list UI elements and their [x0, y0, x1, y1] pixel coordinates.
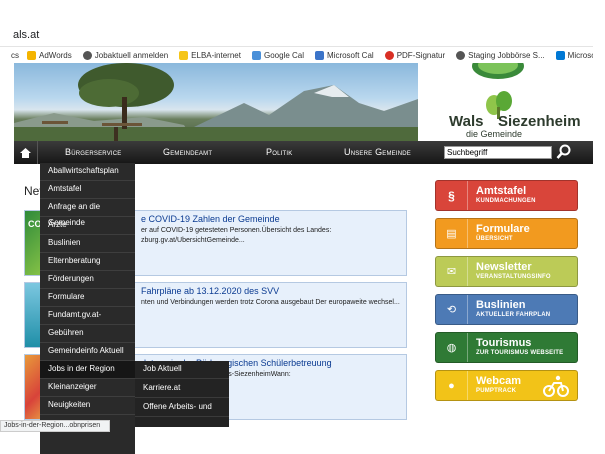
tourismus-button[interactable]: ◍ Tourismus ZUR TOURISMUS WEBSEITE: [435, 332, 578, 363]
bookmark-label: Microsoft Cal: [327, 50, 374, 60]
button-subtitle: ÜBERSICHT: [476, 236, 513, 242]
outlook-icon: [555, 50, 565, 60]
globe-icon: [456, 50, 466, 60]
elba-icon: [179, 50, 189, 60]
camera-icon: ●: [436, 371, 468, 400]
menu-item-gebuehren[interactable]: Gebühren: [40, 325, 135, 343]
menu-item-kleinanzeiger[interactable]: Kleinanzeiger: [40, 379, 135, 397]
bookmark-label: Jobaktuell anmelden: [94, 50, 169, 60]
bookmark-adwords[interactable]: AdWords: [27, 50, 72, 60]
button-subtitle: AKTUELLER FAHRPLAN: [476, 312, 551, 318]
paragraph-icon: §: [436, 181, 468, 210]
nav-buergerservice[interactable]: Bürgerservice: [65, 147, 122, 157]
bookmark-label: Google Cal: [263, 50, 304, 60]
bookmark-label: PDF-Signatur: [396, 50, 446, 60]
calendar-icon: [251, 50, 261, 60]
nav-politik[interactable]: Politik: [266, 147, 292, 157]
menu-item-gemeindeinfo[interactable]: Gemeindeinfo Aktuell: [40, 343, 135, 361]
buergerservice-dropdown: Aballwirtschaftsplan Amtstafel Anfrage a…: [40, 163, 135, 454]
logo-text-siezenheim: Siezenheim: [498, 113, 581, 130]
header-landscape-image: [14, 63, 418, 141]
bookmark-label: Staging Jobbörse S...: [468, 50, 545, 60]
bookmark-label: cs: [11, 50, 19, 60]
submenu-item-offene-arbeits[interactable]: Offene Arbeits- und: [135, 399, 229, 417]
search-button[interactable]: [556, 144, 572, 160]
jobs-submenu: Job Aktuell Karriere.at Offene Arbeits- …: [135, 361, 229, 427]
newsletter-button[interactable]: ✉ Newsletter VERANSTALTUNGSINFO: [435, 256, 578, 287]
globe-icon: ◍: [436, 333, 468, 362]
button-subtitle: ZUR TOURISMUS WEBSEITE: [476, 350, 564, 356]
logo-area[interactable]: Wals Siezenheim die Gemeinde: [418, 63, 593, 141]
pdf-icon: [384, 50, 394, 60]
menu-item-jobs[interactable]: Jobs in der Region: [40, 361, 135, 379]
address-text: als.at: [13, 29, 40, 41]
bookmark-cs[interactable]: cs: [11, 51, 19, 60]
logo-text-wals: Wals: [449, 113, 484, 130]
calendar-icon: [315, 50, 324, 60]
submenu-item-job-aktuell[interactable]: Job Aktuell: [135, 361, 229, 379]
bookmark-staging[interactable]: Staging Jobbörse S...: [456, 50, 545, 60]
home-icon: [20, 147, 31, 158]
menu-item-foerderungen[interactable]: Förderungen: [40, 271, 135, 289]
button-subtitle: PUMPTRACK: [476, 388, 517, 394]
bus-icon: ⟲: [436, 295, 468, 324]
amtstafel-button[interactable]: § Amtstafel KUNDMACHUNGEN: [435, 180, 578, 211]
menu-item-anfrage[interactable]: Anfrage an die Gemeinde: [40, 199, 135, 227]
button-title: Buslinien: [476, 299, 526, 311]
button-subtitle: KUNDMACHUNGEN: [476, 198, 536, 204]
button-title: Formulare: [476, 223, 530, 235]
bookmark-microsoft-cal[interactable]: Microsoft Cal: [315, 50, 374, 60]
menu-item-neuigkeiten[interactable]: Neuigkeiten: [40, 397, 135, 415]
bookmark-label: ELBA-internet: [191, 50, 241, 60]
news-title[interactable]: Fahrpläne ab 13.12.2020 des SVV: [141, 286, 279, 296]
bookmark-google-cal[interactable]: Google Cal: [251, 50, 304, 60]
webcam-button[interactable]: ● Webcam PUMPTRACK: [435, 370, 578, 401]
button-title: Webcam: [476, 375, 522, 387]
menu-item-fundamt[interactable]: Fundamt.gv.at-: [40, 307, 135, 325]
nav-gemeindeamt[interactable]: Gemeindeamt: [163, 147, 212, 157]
menu-item-formulare[interactable]: Formulare: [40, 289, 135, 307]
menu-item-elternberatung[interactable]: Elternberatung: [40, 253, 135, 271]
bike-icon: [543, 375, 569, 397]
bookmark-elba[interactable]: ELBA-internet: [179, 50, 241, 60]
menu-item-amtstafel[interactable]: Amtstafel: [40, 181, 135, 199]
formulare-button[interactable]: ▤ Formulare ÜBERSICHT: [435, 218, 578, 249]
buslinien-button[interactable]: ⟲ Buslinien AKTUELLER FAHRPLAN: [435, 294, 578, 325]
button-title: Amtstafel: [476, 185, 527, 197]
news-title[interactable]: e COVID-19 Zahlen der Gemeinde: [141, 214, 280, 224]
news-teaser: er auf COVID-19 getesteten Personen.Über…: [141, 227, 332, 244]
menu-item-abfallwirtschaftsplan[interactable]: Aballwirtschaftsplan: [40, 163, 135, 181]
quicklinks-sidebar: § Amtstafel KUNDMACHUNGEN ▤ Formulare ÜB…: [418, 164, 593, 454]
bookmark-label: Microsoft e-mail: [567, 50, 593, 60]
bookmark-microsoft-email[interactable]: Microsoft e-mail: [555, 50, 593, 60]
adwords-icon: [27, 50, 36, 60]
search-input[interactable]: [444, 146, 552, 159]
search-icon: [556, 144, 571, 159]
logo-tagline: die Gemeinde: [466, 129, 523, 139]
landscape-illustration: [14, 63, 418, 141]
address-bar[interactable]: als.at: [0, 26, 593, 47]
bookmarks-bar: cs AdWords Jobaktuell anmelden ELBA-inte…: [0, 47, 593, 63]
bookmark-pdf-signatur[interactable]: PDF-Signatur: [384, 50, 446, 60]
menu-item-aerzte[interactable]: Ärzte: [40, 217, 135, 235]
globe-icon: [82, 50, 92, 60]
home-button[interactable]: [14, 141, 38, 164]
news-teaser: nten und Verbindungen werden trotz Coron…: [141, 299, 400, 306]
bookmark-label: AdWords: [39, 50, 72, 60]
menu-item-buslinien[interactable]: Buslinien: [40, 235, 135, 253]
bookmark-jobaktuell[interactable]: Jobaktuell anmelden: [82, 50, 169, 60]
nav-unsere-gemeinde[interactable]: Unsere Gemeinde: [344, 147, 411, 157]
button-title: Newsletter: [476, 261, 532, 273]
main-navigation: Bürgerservice Gemeindeamt Politik Unsere…: [14, 141, 593, 164]
status-bar-url: Jobs-in-der-Region...obnprisen: [0, 420, 110, 432]
submenu-item-karriere[interactable]: Karriere.at: [135, 380, 229, 398]
envelope-icon: ✉: [436, 257, 468, 286]
button-subtitle: VERANSTALTUNGSINFO: [476, 274, 551, 280]
button-title: Tourismus: [476, 337, 532, 349]
document-icon: ▤: [436, 219, 468, 248]
